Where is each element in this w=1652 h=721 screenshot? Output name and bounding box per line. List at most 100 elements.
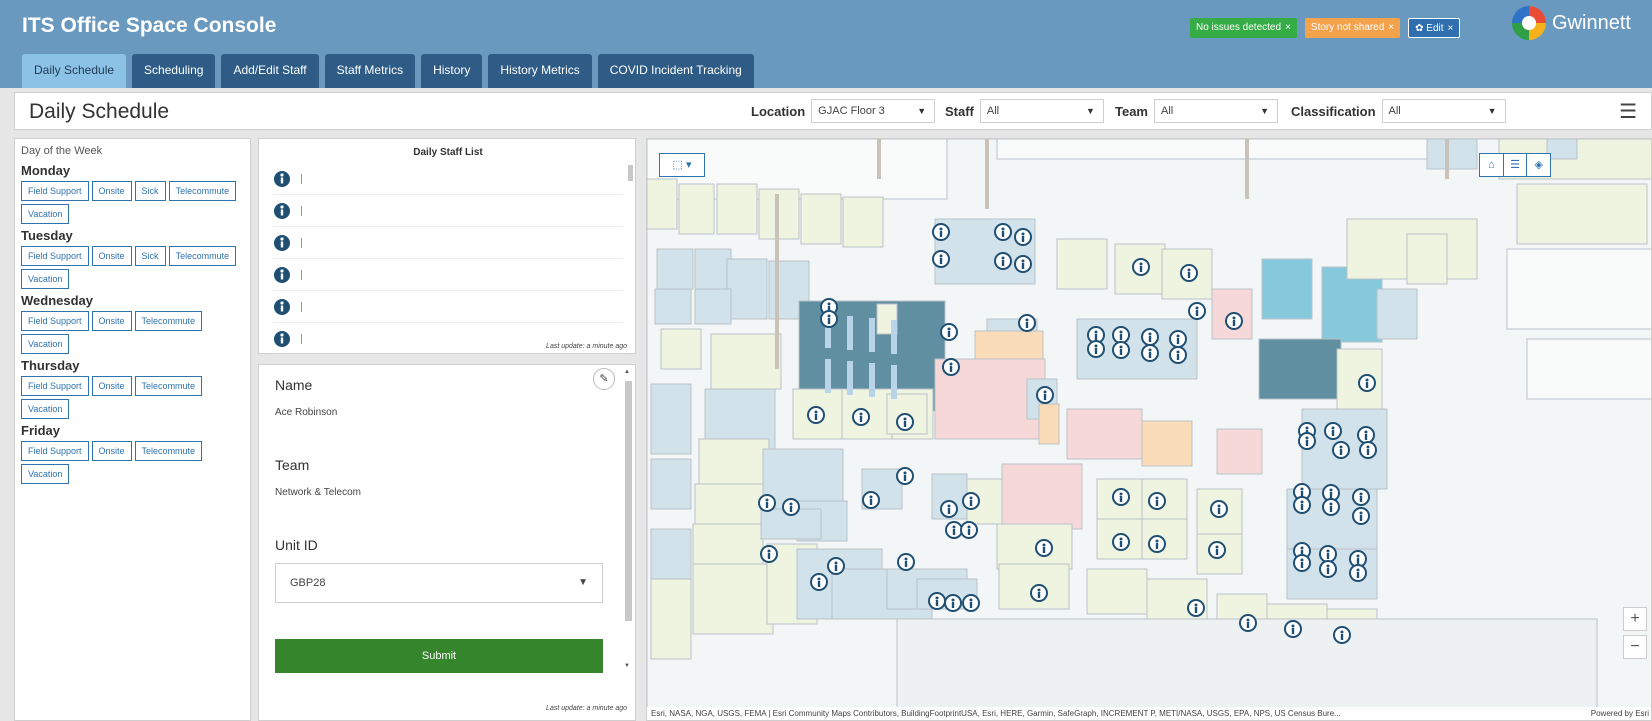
status-chip-telecommute[interactable]: Telecommute bbox=[134, 441, 203, 461]
status-chip-vacation[interactable]: Vacation bbox=[21, 204, 70, 224]
info-pin-icon[interactable] bbox=[1188, 302, 1206, 320]
map-area[interactable] bbox=[996, 139, 1458, 160]
info-pin-icon[interactable] bbox=[1112, 326, 1130, 344]
scroll-down-icon[interactable]: ▼ bbox=[624, 663, 630, 669]
map-room[interactable] bbox=[1141, 518, 1188, 560]
map-room[interactable] bbox=[1376, 288, 1418, 340]
info-pin-icon[interactable] bbox=[932, 250, 950, 268]
tab-add-edit-staff[interactable]: Add/Edit Staff bbox=[221, 54, 319, 88]
tab-covid-incident-tracking[interactable]: COVID Incident Tracking bbox=[597, 54, 754, 88]
info-pin-icon[interactable] bbox=[1141, 328, 1159, 346]
info-pin-icon[interactable] bbox=[896, 413, 914, 431]
status-chip-sick[interactable]: Sick bbox=[134, 246, 166, 266]
map-room[interactable] bbox=[692, 563, 774, 635]
floor-plan[interactable] bbox=[647, 139, 1652, 721]
info-pin-icon[interactable] bbox=[1148, 535, 1166, 553]
info-pin-icon[interactable] bbox=[827, 557, 845, 575]
status-chip-onsite[interactable]: Onsite bbox=[91, 376, 132, 396]
info-pin-icon[interactable] bbox=[896, 467, 914, 485]
info-pin-icon[interactable] bbox=[1298, 432, 1316, 450]
info-pin-icon[interactable] bbox=[1132, 258, 1150, 276]
info-pin-icon[interactable] bbox=[1324, 422, 1342, 440]
map-room[interactable] bbox=[654, 288, 692, 325]
status-chip-field-support[interactable]: Field Support bbox=[21, 246, 89, 266]
team-select[interactable]: All ▼ bbox=[1154, 99, 1278, 123]
info-pin-icon[interactable] bbox=[1358, 374, 1376, 392]
info-pin-icon[interactable] bbox=[942, 358, 960, 376]
staff-list-row[interactable] bbox=[273, 163, 623, 195]
info-pin-icon[interactable] bbox=[945, 521, 963, 539]
info-pin-icon[interactable] bbox=[1319, 545, 1337, 563]
close-icon[interactable]: × bbox=[1388, 22, 1394, 33]
status-chip-onsite[interactable]: Onsite bbox=[91, 246, 132, 266]
classification-select[interactable]: All ▼ bbox=[1381, 99, 1506, 123]
info-pin-icon[interactable] bbox=[940, 323, 958, 341]
map-room[interactable] bbox=[1546, 139, 1578, 160]
info-pin-icon[interactable] bbox=[1087, 340, 1105, 358]
info-pin-icon[interactable] bbox=[1357, 426, 1375, 444]
info-pin-icon[interactable] bbox=[1180, 264, 1198, 282]
info-pin-icon[interactable] bbox=[1322, 498, 1340, 516]
info-pin-icon[interactable] bbox=[852, 408, 870, 426]
status-chip-vacation[interactable]: Vacation bbox=[21, 464, 70, 484]
info-pin-icon[interactable] bbox=[1035, 539, 1053, 557]
map-room[interactable] bbox=[974, 330, 1044, 362]
status-badge-story[interactable]: Story not shared × bbox=[1304, 18, 1401, 38]
status-chip-field-support[interactable]: Field Support bbox=[21, 181, 89, 201]
map-room[interactable] bbox=[1426, 139, 1478, 170]
info-pin-icon[interactable] bbox=[1187, 599, 1205, 617]
info-pin-icon[interactable] bbox=[1036, 386, 1054, 404]
tab-history-metrics[interactable]: History Metrics bbox=[488, 54, 592, 88]
info-pin-icon[interactable] bbox=[897, 553, 915, 571]
map-room[interactable] bbox=[694, 288, 732, 325]
info-pin-icon[interactable] bbox=[1018, 314, 1036, 332]
info-pin-icon[interactable] bbox=[1333, 626, 1351, 644]
info-pin-icon[interactable] bbox=[1225, 312, 1243, 330]
map-room[interactable] bbox=[660, 328, 702, 370]
map-room[interactable] bbox=[1056, 238, 1108, 290]
home-icon[interactable]: ⌂ bbox=[1480, 154, 1504, 176]
unit-id-select[interactable]: GBP28 ▼ bbox=[275, 563, 603, 603]
map-room[interactable] bbox=[726, 258, 768, 320]
corridor[interactable] bbox=[1526, 338, 1652, 400]
powered-by-esri[interactable]: Powered by Esri bbox=[1591, 707, 1649, 720]
info-pin-icon[interactable] bbox=[1030, 584, 1048, 602]
info-pin-icon[interactable] bbox=[1112, 488, 1130, 506]
info-pin-icon[interactable] bbox=[1014, 255, 1032, 273]
info-pin-icon[interactable] bbox=[962, 594, 980, 612]
status-chip-telecommute[interactable]: Telecommute bbox=[168, 246, 237, 266]
status-chip-field-support[interactable]: Field Support bbox=[21, 441, 89, 461]
select-tool[interactable]: ⬚ ▾ bbox=[659, 153, 705, 177]
map-room[interactable] bbox=[650, 528, 692, 580]
close-icon[interactable]: × bbox=[1448, 23, 1454, 34]
status-chip-onsite[interactable]: Onsite bbox=[91, 441, 132, 461]
info-pin-icon[interactable] bbox=[932, 223, 950, 241]
staff-list-row[interactable] bbox=[273, 195, 623, 227]
pencil-icon[interactable]: ✎ bbox=[593, 368, 615, 390]
info-pin-icon[interactable] bbox=[928, 592, 946, 610]
map-room[interactable] bbox=[1141, 420, 1193, 467]
map-room[interactable] bbox=[698, 438, 770, 485]
map-room[interactable] bbox=[1001, 463, 1083, 530]
staff-list-row[interactable] bbox=[273, 291, 623, 323]
map-room[interactable] bbox=[996, 523, 1073, 570]
info-pin-icon[interactable] bbox=[1293, 496, 1311, 514]
info-pin-icon[interactable] bbox=[760, 545, 778, 563]
location-select[interactable]: GJAC Floor 3 ▼ bbox=[811, 99, 936, 123]
map-room[interactable] bbox=[1086, 568, 1148, 615]
submit-button[interactable]: Submit bbox=[275, 639, 603, 673]
layers-icon[interactable]: ◈ bbox=[1527, 154, 1550, 176]
info-pin-icon[interactable] bbox=[1112, 533, 1130, 551]
info-pin-icon[interactable] bbox=[1141, 344, 1159, 362]
staff-list-row[interactable] bbox=[273, 259, 623, 291]
info-pin-icon[interactable] bbox=[1293, 554, 1311, 572]
lower-area[interactable] bbox=[896, 618, 1598, 710]
status-chip-telecommute[interactable]: Telecommute bbox=[134, 376, 203, 396]
map-room[interactable] bbox=[710, 333, 782, 390]
map-room[interactable] bbox=[692, 523, 764, 565]
edit-badge[interactable]: ✿ Edit × bbox=[1408, 18, 1461, 38]
map-room[interactable] bbox=[800, 193, 842, 245]
info-pin-icon[interactable] bbox=[810, 573, 828, 591]
staff-list-row[interactable] bbox=[273, 323, 623, 355]
map-room[interactable] bbox=[1516, 183, 1648, 245]
